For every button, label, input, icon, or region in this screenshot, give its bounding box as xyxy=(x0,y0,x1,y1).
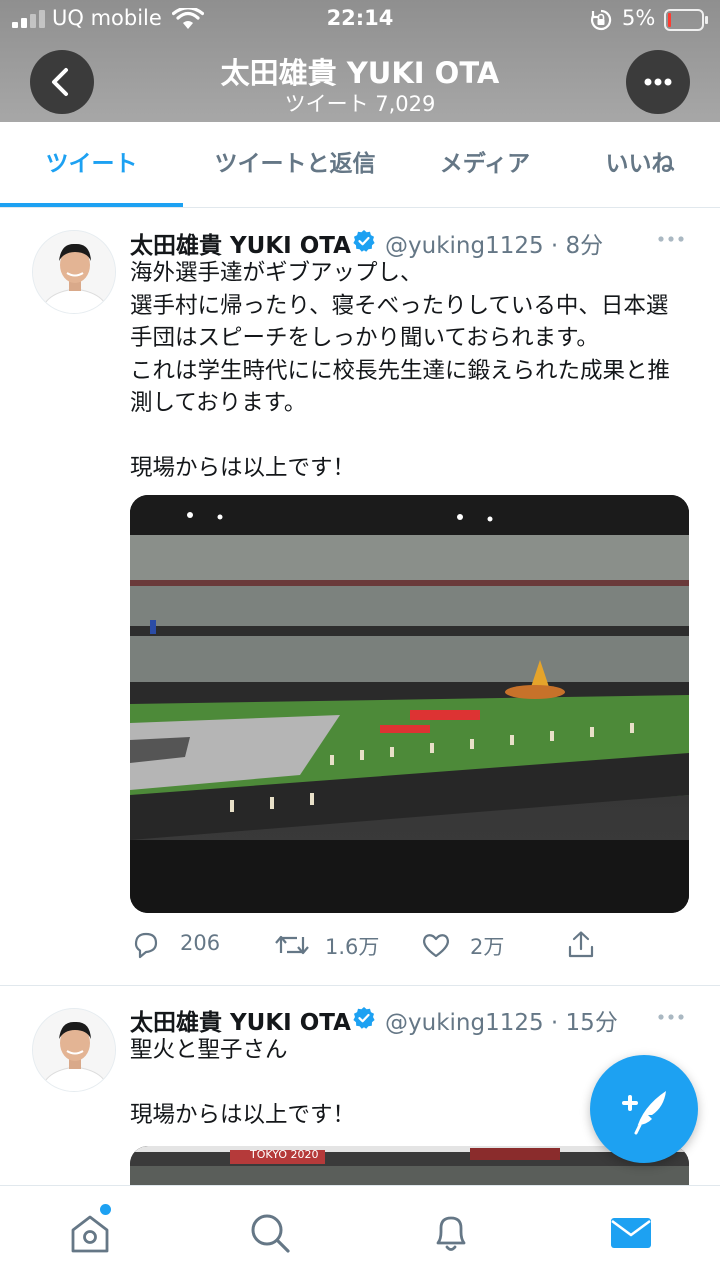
profile-name: 太田雄貴 YUKI OTA xyxy=(220,56,500,90)
profile-photo xyxy=(33,231,115,313)
retweet-button[interactable]: 1.6万 xyxy=(273,925,383,965)
heart-icon xyxy=(423,934,449,958)
home-icon[interactable] xyxy=(67,1210,113,1256)
tweet-handle-time: @yuking1125 · 15分 xyxy=(385,1010,618,1036)
tweet-actions: 206 1.6万 2万 xyxy=(130,925,690,965)
messages-icon[interactable] xyxy=(608,1210,654,1256)
rotation-lock-icon xyxy=(590,9,612,31)
retweet-icon xyxy=(275,935,309,955)
comment-icon xyxy=(134,932,158,959)
reply-button[interactable]: 206 xyxy=(130,925,230,965)
tab-media[interactable]: メディア xyxy=(410,122,560,208)
like-button[interactable]: 2万 xyxy=(420,925,510,965)
tweet-handle-time: @yuking1125 · 8分 xyxy=(385,233,604,259)
share-icon xyxy=(568,931,594,958)
search-icon[interactable] xyxy=(247,1210,293,1256)
compose-tweet-icon xyxy=(622,1091,666,1135)
tab-tweets[interactable]: ツイート xyxy=(0,122,183,208)
battery-percentage: 5% xyxy=(622,6,656,30)
tweet-author-name[interactable]: 太田雄貴 YUKI OTA xyxy=(130,226,351,260)
tab-tweets-and-replies[interactable]: ツイートと返信 xyxy=(190,122,400,208)
tweet[interactable]: 太田雄貴 YUKI OTA @yuking1125 · 8分 海外選手達がギブア… xyxy=(0,208,720,985)
tweet-more-icon[interactable] xyxy=(656,1012,686,1022)
verified-badge-icon xyxy=(353,230,375,252)
tab-likes[interactable]: いいね xyxy=(570,122,710,208)
media-sign-text: TOKYO 2020 xyxy=(250,1148,319,1161)
retweet-count: 1.6万 xyxy=(325,935,380,959)
avatar[interactable] xyxy=(32,230,116,314)
tweet-author-name[interactable]: 太田雄貴 YUKI OTA xyxy=(130,1003,351,1037)
like-count: 2万 xyxy=(470,935,505,959)
active-tab-indicator xyxy=(0,203,183,207)
clock: 22:14 xyxy=(326,6,394,30)
compose-tweet-button[interactable] xyxy=(590,1055,698,1163)
notifications-icon[interactable] xyxy=(428,1210,474,1256)
stadium-photo xyxy=(130,495,689,913)
battery-icon xyxy=(664,9,708,31)
tweet-media-image[interactable] xyxy=(130,495,689,913)
tweet-handle: @yuking1125 xyxy=(385,1010,544,1036)
profile-tabs: ツイート ツイートと返信 メディア いいね xyxy=(0,122,720,208)
more-button[interactable] xyxy=(626,50,690,114)
more-horizontal-icon xyxy=(644,78,672,86)
tweet-handle: @yuking1125 xyxy=(385,233,544,259)
bottom-navigation xyxy=(0,1185,720,1280)
profile-header: UQ mobile 22:14 5% 太田雄貴 YUKI OTA ツイート 7,… xyxy=(0,0,720,122)
new-content-indicator xyxy=(100,1204,111,1215)
verified-badge-icon xyxy=(353,1007,375,1029)
tweet-count: ツイート 7,029 xyxy=(284,92,436,116)
share-button[interactable] xyxy=(565,925,601,965)
avatar[interactable] xyxy=(32,1008,116,1092)
profile-photo xyxy=(33,1009,115,1091)
status-bar: UQ mobile 22:14 5% xyxy=(0,0,720,40)
reply-count: 206 xyxy=(180,931,221,955)
tweet-timestamp: 8分 xyxy=(565,233,604,259)
tweet-more-icon[interactable] xyxy=(656,234,686,244)
tweet-text: 海外選手達がギブアップし、 選手村に帰ったり、寝そべったりしている中、日本選手団… xyxy=(130,260,671,481)
tweet-timestamp: 15分 xyxy=(565,1010,618,1036)
